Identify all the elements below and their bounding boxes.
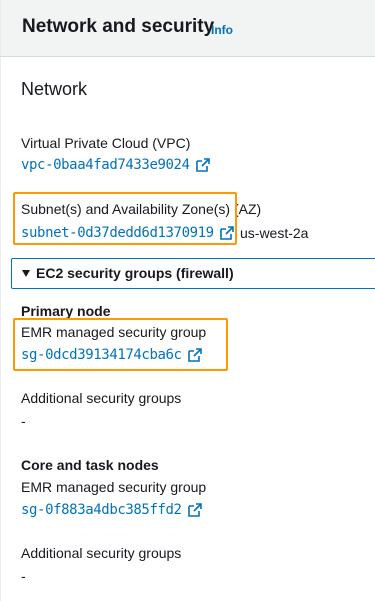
- primary-sg-highlight-box: [13, 318, 228, 371]
- vpc-label: Virtual Private Cloud (VPC): [21, 135, 191, 151]
- vpc-link[interactable]: vpc-0baa4fad7433e9024: [21, 157, 210, 173]
- core-task-nodes-heading: Core and task nodes: [21, 457, 159, 473]
- primary-node-heading: Primary node: [21, 303, 111, 319]
- security-groups-expander-label[interactable]: EC2 security groups (firewall): [36, 265, 234, 281]
- panel-header: Network and security Info: [0, 0, 375, 56]
- core-emr-sg-link-text[interactable]: sg-0f883a4dbc385ffd2: [21, 502, 182, 518]
- primary-additional-sg-label: Additional security groups: [21, 390, 182, 406]
- subnet-highlight-box: [13, 192, 237, 245]
- vpc-link-text[interactable]: vpc-0baa4fad7433e9024: [21, 157, 190, 173]
- primary-additional-sg-value: -: [21, 413, 26, 429]
- core-emr-sg-link[interactable]: sg-0f883a4dbc385ffd2: [21, 502, 202, 518]
- page-title: Network and security: [22, 16, 215, 37]
- external-link-icon: [195, 158, 210, 172]
- network-section-title: Network: [21, 79, 88, 99]
- info-link[interactable]: Info: [211, 23, 233, 37]
- core-additional-sg-value: -: [21, 568, 26, 584]
- core-emr-sg-label: EMR managed security group: [21, 479, 207, 495]
- availability-zone-value: us-west-2a: [240, 225, 309, 241]
- external-link-icon: [187, 503, 202, 517]
- caret-down-icon[interactable]: [22, 270, 30, 277]
- core-additional-sg-label: Additional security groups: [21, 545, 182, 561]
